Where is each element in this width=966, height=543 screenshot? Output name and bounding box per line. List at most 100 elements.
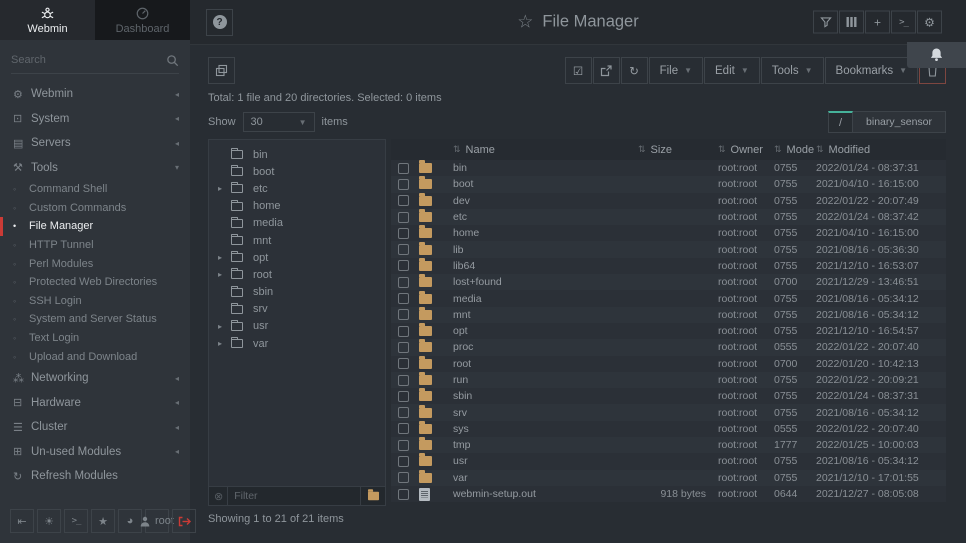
file-name[interactable]: srv (453, 407, 638, 419)
file-name[interactable]: sys (453, 423, 638, 435)
filter-modules-button[interactable] (813, 11, 838, 34)
file-menu-button[interactable]: File ▼ (649, 57, 703, 84)
table-row[interactable]: bin root:root 0755 2022/01/24 - 08:37:31 (391, 160, 946, 176)
refresh-button[interactable]: ↻ (621, 57, 648, 84)
tree-item-etc[interactable]: ▸ etc (209, 180, 385, 197)
file-name[interactable]: tmp (453, 439, 638, 451)
file-name[interactable]: lib64 (453, 260, 638, 272)
favorite-star-icon[interactable]: ☆ (517, 12, 533, 33)
row-checkbox[interactable] (398, 179, 409, 190)
table-row[interactable]: proc root:root 0555 2022/01/22 - 20:07:4… (391, 339, 946, 355)
caret-right-icon[interactable]: ▸ (218, 270, 231, 279)
caret-right-icon[interactable]: ▸ (218, 253, 231, 262)
sidebar-item-command-shell[interactable]: Command Shell (0, 180, 190, 199)
page-size-select[interactable]: 30 ▼ (243, 112, 315, 132)
file-name[interactable]: sbin (453, 390, 638, 402)
file-name[interactable]: root (453, 358, 638, 370)
file-name[interactable]: etc (453, 211, 638, 223)
file-name[interactable]: opt (453, 325, 638, 337)
column-owner[interactable]: Owner (731, 144, 763, 156)
tree-item-boot[interactable]: boot (209, 163, 385, 180)
table-row[interactable]: sys root:root 0555 2022/01/22 - 20:07:40 (391, 421, 946, 437)
sidebar-item-ssh-login[interactable]: SSH Login (0, 292, 190, 311)
file-name[interactable]: lib (453, 244, 638, 256)
row-checkbox[interactable] (398, 195, 409, 206)
row-checkbox[interactable] (398, 375, 409, 386)
sidebar-item-cluster[interactable]: ☰ Cluster ◂ (0, 415, 190, 440)
table-row[interactable]: lib root:root 0755 2021/08/16 - 05:36:30 (391, 241, 946, 257)
file-name[interactable]: webmin-setup.out (453, 488, 638, 500)
columns-button[interactable] (839, 11, 864, 34)
row-checkbox[interactable] (398, 326, 409, 337)
tree-item-mnt[interactable]: mnt (209, 232, 385, 249)
table-row[interactable]: mnt root:root 0755 2021/08/16 - 05:34:12 (391, 307, 946, 323)
sidebar-item-file-manager[interactable]: File Manager (0, 217, 190, 236)
sidebar-item-servers[interactable]: ▤ Servers ◂ (0, 131, 190, 156)
sort-icon[interactable]: ⇅ (453, 144, 461, 155)
sidebar-item-upload-and-download[interactable]: Upload and Download (0, 347, 190, 366)
notifications-panel[interactable] (907, 42, 966, 68)
table-row[interactable]: tmp root:root 1777 2022/01/25 - 10:00:03 (391, 437, 946, 453)
table-row[interactable]: dev root:root 0755 2022/01/22 - 20:07:49 (391, 193, 946, 209)
column-modified[interactable]: Modified (829, 144, 871, 156)
sidebar-item-system[interactable]: ⊡ System ◂ (0, 107, 190, 132)
sidebar-item-un-used-modules[interactable]: ⊞ Un-used Modules ◂ (0, 439, 190, 464)
tree-item-home[interactable]: home (209, 198, 385, 215)
row-checkbox[interactable] (398, 440, 409, 451)
sort-icon[interactable]: ⇅ (638, 144, 646, 155)
sidebar-item-webmin[interactable]: ⚙ Webmin ◂ (0, 82, 190, 107)
sidebar-item-refresh-modules[interactable]: ↻ Refresh Modules (0, 464, 190, 489)
sidebar-item-networking[interactable]: ⁂ Networking ◂ (0, 366, 190, 391)
theme-button[interactable]: ☀ (37, 509, 61, 533)
language-button[interactable]: ◕ (118, 509, 142, 533)
table-row[interactable]: opt root:root 0755 2021/12/10 - 16:54:57 (391, 323, 946, 339)
column-size[interactable]: Size (651, 144, 672, 156)
row-checkbox[interactable] (398, 489, 409, 500)
settings-button[interactable]: ⚙ (917, 11, 942, 34)
row-checkbox[interactable] (398, 342, 409, 353)
table-row[interactable]: sbin root:root 0755 2022/01/24 - 08:37:3… (391, 388, 946, 404)
table-row[interactable]: media root:root 0755 2021/08/16 - 05:34:… (391, 290, 946, 306)
table-row[interactable]: run root:root 0755 2022/01/22 - 20:09:21 (391, 372, 946, 388)
bookmarks-menu-button[interactable]: Bookmarks ▼ (825, 57, 918, 84)
sort-icon[interactable]: ⇅ (816, 144, 824, 155)
logout-button[interactable] (172, 509, 196, 533)
tree-filter-input[interactable] (227, 487, 360, 505)
row-checkbox[interactable] (398, 228, 409, 239)
breadcrumb-current[interactable]: binary_sensor (853, 111, 946, 133)
row-checkbox[interactable] (398, 212, 409, 223)
tab-dashboard[interactable]: Dashboard (95, 0, 190, 40)
table-row[interactable]: root root:root 0700 2022/01/20 - 10:42:1… (391, 356, 946, 372)
sidebar-item-protected-web-directories[interactable]: Protected Web Directories (0, 273, 190, 292)
file-name[interactable]: mnt (453, 309, 638, 321)
file-name[interactable]: lost+found (453, 276, 638, 288)
table-row[interactable]: webmin-setup.out 918 bytes root:root 064… (391, 486, 946, 502)
file-name[interactable]: proc (453, 341, 638, 353)
tree-item-srv[interactable]: srv (209, 301, 385, 318)
row-checkbox[interactable] (398, 391, 409, 402)
tree-item-sbin[interactable]: sbin (209, 284, 385, 301)
table-row[interactable]: var root:root 0755 2021/12/10 - 17:01:55 (391, 470, 946, 486)
file-name[interactable]: usr (453, 455, 638, 467)
tree-item-usr[interactable]: ▸ usr (209, 318, 385, 335)
row-checkbox[interactable] (398, 423, 409, 434)
caret-right-icon[interactable]: ▸ (218, 184, 231, 193)
row-checkbox[interactable] (398, 244, 409, 255)
caret-right-icon[interactable]: ▸ (218, 322, 231, 331)
sidebar-item-perl-modules[interactable]: Perl Modules (0, 254, 190, 273)
favorites-button[interactable]: ★ (91, 509, 115, 533)
tree-item-var[interactable]: ▸ var (209, 335, 385, 352)
row-checkbox[interactable] (398, 163, 409, 174)
sidebar-item-system-and-server-status[interactable]: System and Server Status (0, 310, 190, 329)
tab-webmin[interactable]: Webmin (0, 0, 95, 40)
collapse-sidebar-button[interactable]: ⇤ (10, 509, 34, 533)
row-checkbox[interactable] (398, 456, 409, 467)
share-button[interactable] (593, 57, 620, 84)
tree-item-opt[interactable]: ▸ opt (209, 249, 385, 266)
sidebar-item-http-tunnel[interactable]: HTTP Tunnel (0, 236, 190, 255)
table-row[interactable]: etc root:root 0755 2022/01/24 - 08:37:42 (391, 209, 946, 225)
row-checkbox[interactable] (398, 293, 409, 304)
sidebar-item-hardware[interactable]: ⊟ Hardware ◂ (0, 390, 190, 415)
tree-item-media[interactable]: media (209, 215, 385, 232)
file-name[interactable]: var (453, 472, 638, 484)
